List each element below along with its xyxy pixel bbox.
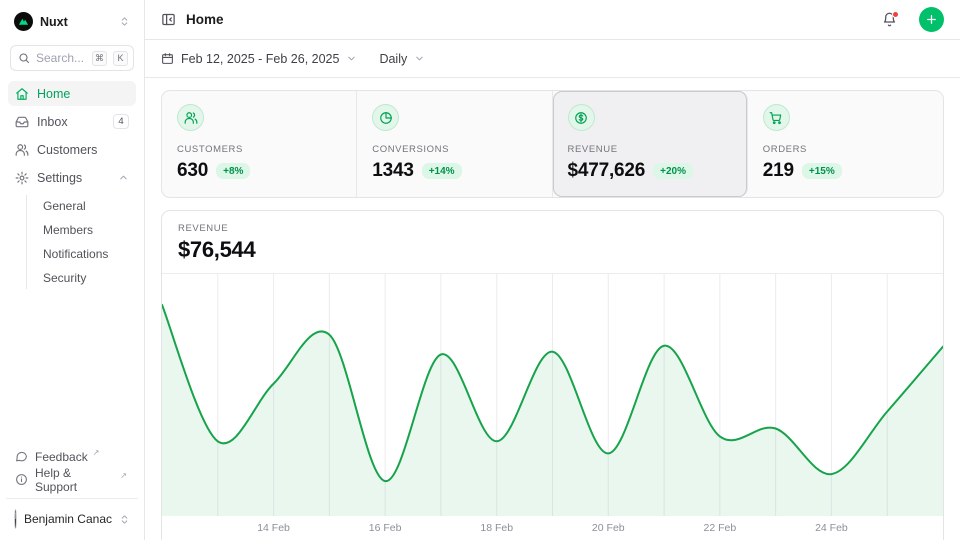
subnav-label: Notifications [43,247,108,261]
sidebar-item-notifications[interactable]: Notifications [39,243,136,265]
add-button[interactable] [919,7,944,32]
chart-canvas [162,274,943,516]
help-support-link[interactable]: Help & Support ↗ [8,468,136,491]
stat-card-customers[interactable]: CUSTOMERS 630 +8% [162,91,357,197]
granularity-label: Daily [379,52,407,66]
kbd-k: K [113,51,128,66]
collapse-sidebar-button[interactable] [161,12,176,27]
stat-value: 219 [763,160,794,182]
external-link-icon: ↗ [93,448,100,457]
chart-header: REVENUE $76,544 [162,211,943,274]
stat-label: CONVERSIONS [372,144,536,155]
chevron-up-down-icon [119,16,130,27]
search-icon [18,52,30,64]
chevron-up-down-icon [119,514,130,525]
sidebar-item-label: Home [37,87,129,101]
stat-label: REVENUE [568,144,732,155]
sidebar-item-general[interactable]: General [39,195,136,217]
sidebar-item-security[interactable]: Security [39,267,136,289]
sidebar-item-label: Customers [37,143,129,157]
info-icon [15,473,28,486]
workspace-selector[interactable]: Nuxt [8,8,136,35]
subnav-label: Members [43,223,93,237]
main-area: Home Feb 12, 2025 - Feb 26, 2025 Daily [145,0,960,540]
stat-value: 630 [177,160,208,182]
chart-total-value: $76,544 [178,237,927,263]
nuxt-logo-icon [14,12,33,31]
external-link-icon: ↗ [120,471,127,480]
gear-icon [15,171,29,185]
revenue-chart-card: REVENUE $76,544 14 Feb 16 Feb 18 Feb 20 Feb… [161,210,944,540]
dashboard-content: CUSTOMERS 630 +8% CONVERSIONS 1343 +14% [145,78,960,540]
sidebar-spacer [8,289,136,445]
workspace-name: Nuxt [40,15,112,29]
dollar-circle-icon [568,104,595,131]
x-axis-tick-label: 16 Feb [369,522,402,534]
x-axis-tick-label: 24 Feb [815,522,848,534]
x-axis-tick-label: 18 Feb [480,522,513,534]
date-range-picker[interactable]: Feb 12, 2025 - Feb 26, 2025 [161,52,357,66]
page-title: Home [186,12,872,27]
notification-dot [892,11,899,18]
stat-delta-badge: +8% [216,163,250,179]
inbox-icon [15,115,29,129]
stat-label: CUSTOMERS [177,144,341,155]
search-input[interactable]: Search... ⌘ K [10,45,134,71]
stats-row: CUSTOMERS 630 +8% CONVERSIONS 1343 +14% [161,90,944,198]
stat-card-orders[interactable]: ORDERS 219 +15% [748,91,943,197]
revenue-area-chart[interactable] [162,274,943,516]
sidebar-item-inbox[interactable]: Inbox 4 [8,109,136,134]
x-axis-tick-label: 20 Feb [592,522,625,534]
chevron-up-icon [118,172,129,183]
inbox-count-badge: 4 [113,114,129,129]
notifications-button[interactable] [882,12,897,27]
sidebar-item-label: Inbox [37,115,105,129]
stat-delta-badge: +20% [653,163,693,179]
pie-chart-icon [372,104,399,131]
sidebar-item-settings[interactable]: Settings [8,165,136,190]
home-icon [15,87,29,101]
settings-subnav: General Members Notifications Security [26,195,136,289]
sidebar-item-home[interactable]: Home [8,81,136,106]
chart-x-axis: 14 Feb 16 Feb 18 Feb 20 Feb 22 Feb 24 Feb [162,516,943,540]
stat-value: 1343 [372,160,413,182]
cart-icon [763,104,790,131]
user-menu[interactable]: Benjamin Canac [8,506,136,532]
chat-bubble-icon [15,450,28,463]
help-support-label: Help & Support [35,466,115,494]
stat-card-conversions[interactable]: CONVERSIONS 1343 +14% [357,91,552,197]
users-icon [15,143,29,157]
chevron-down-icon [346,53,357,64]
sidebar-divider [6,498,138,499]
search-placeholder: Search... [36,51,86,65]
sidebar-item-customers[interactable]: Customers [8,137,136,162]
sidebar-item-members[interactable]: Members [39,219,136,241]
avatar [14,509,17,529]
sidebar-item-label: Settings [37,171,110,185]
sidebar: Nuxt Search... ⌘ K Home Inbox 4 [0,0,145,540]
chevron-down-icon [414,53,425,64]
stat-label: ORDERS [763,144,928,155]
chart-title: REVENUE [178,223,927,234]
feedback-label: Feedback [35,450,88,464]
granularity-select[interactable]: Daily [379,52,425,66]
date-range-label: Feb 12, 2025 - Feb 26, 2025 [181,52,339,66]
x-axis-tick-label: 14 Feb [257,522,290,534]
kbd-cmd: ⌘ [92,51,107,66]
user-name: Benjamin Canac [24,512,112,526]
page-header: Home [145,0,960,40]
stat-card-revenue[interactable]: REVENUE $477,626 +20% [553,91,748,197]
x-axis-tick-label: 22 Feb [703,522,736,534]
calendar-icon [161,52,174,65]
stat-delta-badge: +15% [802,163,842,179]
subnav-label: General [43,199,86,213]
sidebar-nav: Home Inbox 4 Customers Settings Genera [8,81,136,289]
stat-value: $477,626 [568,160,646,182]
stat-delta-badge: +14% [422,163,462,179]
users-icon [177,104,204,131]
filters-toolbar: Feb 12, 2025 - Feb 26, 2025 Daily [145,40,960,78]
subnav-label: Security [43,271,86,285]
